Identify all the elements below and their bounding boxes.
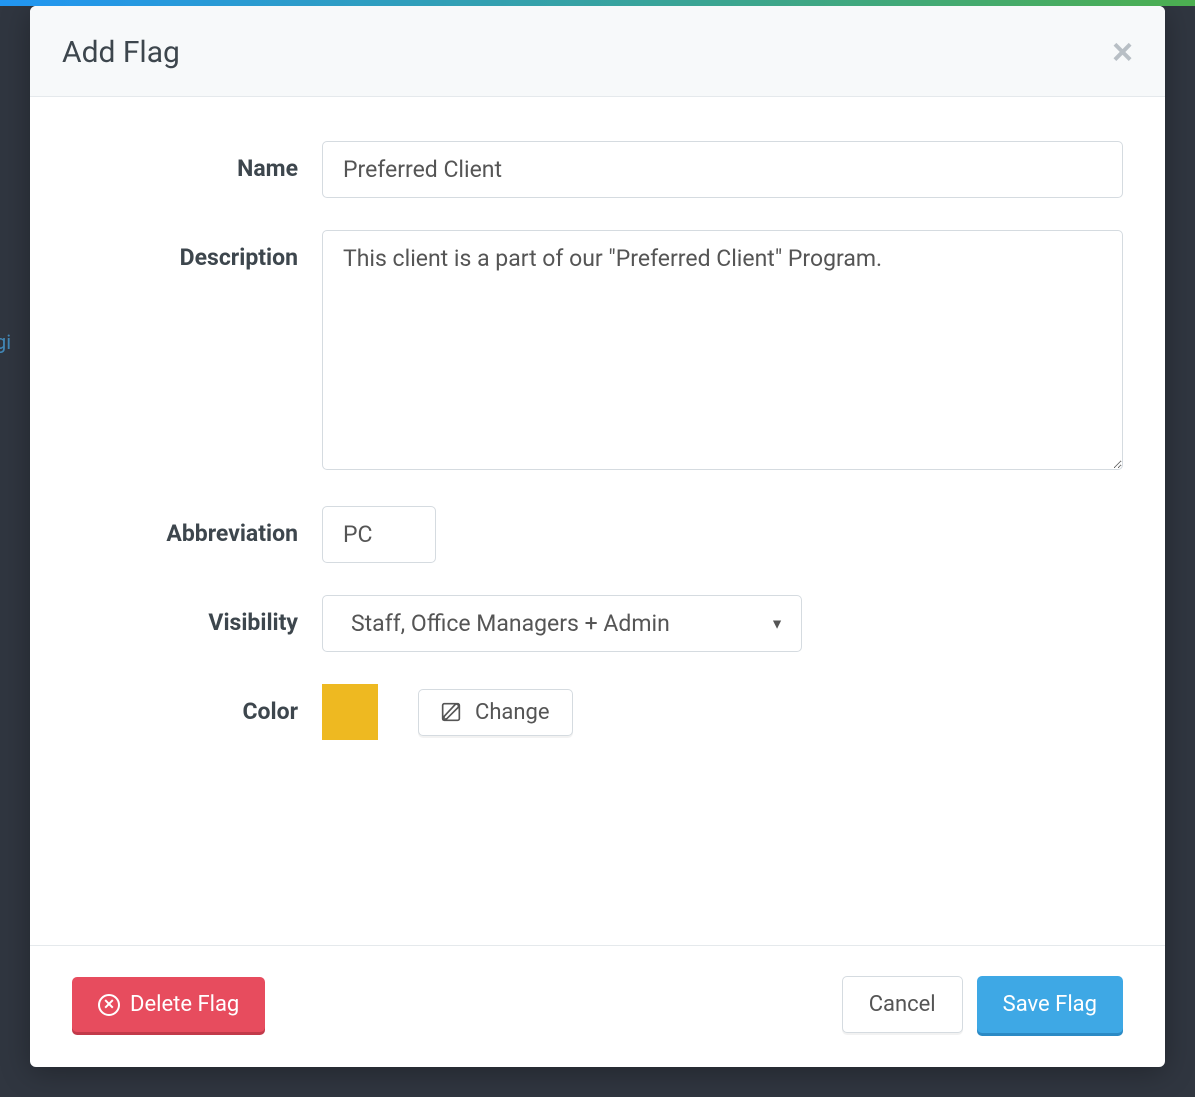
edit-icon xyxy=(441,702,461,722)
close-icon: × xyxy=(1112,31,1133,72)
delete-icon: ✕ xyxy=(98,994,120,1016)
modal-header: Add Flag × xyxy=(30,6,1165,97)
delete-flag-button[interactable]: ✕ Delete Flag xyxy=(72,977,265,1032)
description-control xyxy=(322,230,1123,474)
description-input[interactable] xyxy=(322,230,1123,470)
visibility-select-wrap: Staff, Office Managers + Admin ▼ xyxy=(322,595,802,652)
visibility-row: Visibility Staff, Office Managers + Admi… xyxy=(72,595,1123,652)
visibility-select[interactable]: Staff, Office Managers + Admin xyxy=(322,595,802,652)
color-control: Change xyxy=(322,684,1123,740)
abbreviation-row: Abbreviation xyxy=(72,506,1123,563)
description-row: Description xyxy=(72,230,1123,474)
color-label: Color xyxy=(72,684,322,725)
change-color-label: Change xyxy=(475,700,550,725)
modal-body: Name Description Abbreviation Visibility… xyxy=(30,97,1165,945)
change-color-button[interactable]: Change xyxy=(418,689,573,736)
name-row: Name xyxy=(72,141,1123,198)
description-label: Description xyxy=(72,230,322,271)
save-flag-button[interactable]: Save Flag xyxy=(977,976,1123,1033)
name-control xyxy=(322,141,1123,198)
delete-flag-label: Delete Flag xyxy=(130,992,239,1017)
abbreviation-input[interactable] xyxy=(322,506,436,563)
close-button[interactable]: × xyxy=(1112,34,1133,70)
color-swatch xyxy=(322,684,378,740)
footer-right-actions: Cancel Save Flag xyxy=(842,976,1123,1033)
visibility-control: Staff, Office Managers + Admin ▼ xyxy=(322,595,1123,652)
abbreviation-label: Abbreviation xyxy=(72,506,322,547)
name-label: Name xyxy=(72,141,322,182)
add-flag-modal: Add Flag × Name Description Abbreviation… xyxy=(30,6,1165,1067)
visibility-label: Visibility xyxy=(72,595,322,636)
cancel-button[interactable]: Cancel xyxy=(842,976,963,1033)
top-gradient-bar xyxy=(0,0,1195,6)
name-input[interactable] xyxy=(322,141,1123,198)
abbreviation-control xyxy=(322,506,1123,563)
color-row: Color Change xyxy=(72,684,1123,740)
modal-footer: ✕ Delete Flag Cancel Save Flag xyxy=(30,945,1165,1067)
modal-title: Add Flag xyxy=(62,35,180,70)
